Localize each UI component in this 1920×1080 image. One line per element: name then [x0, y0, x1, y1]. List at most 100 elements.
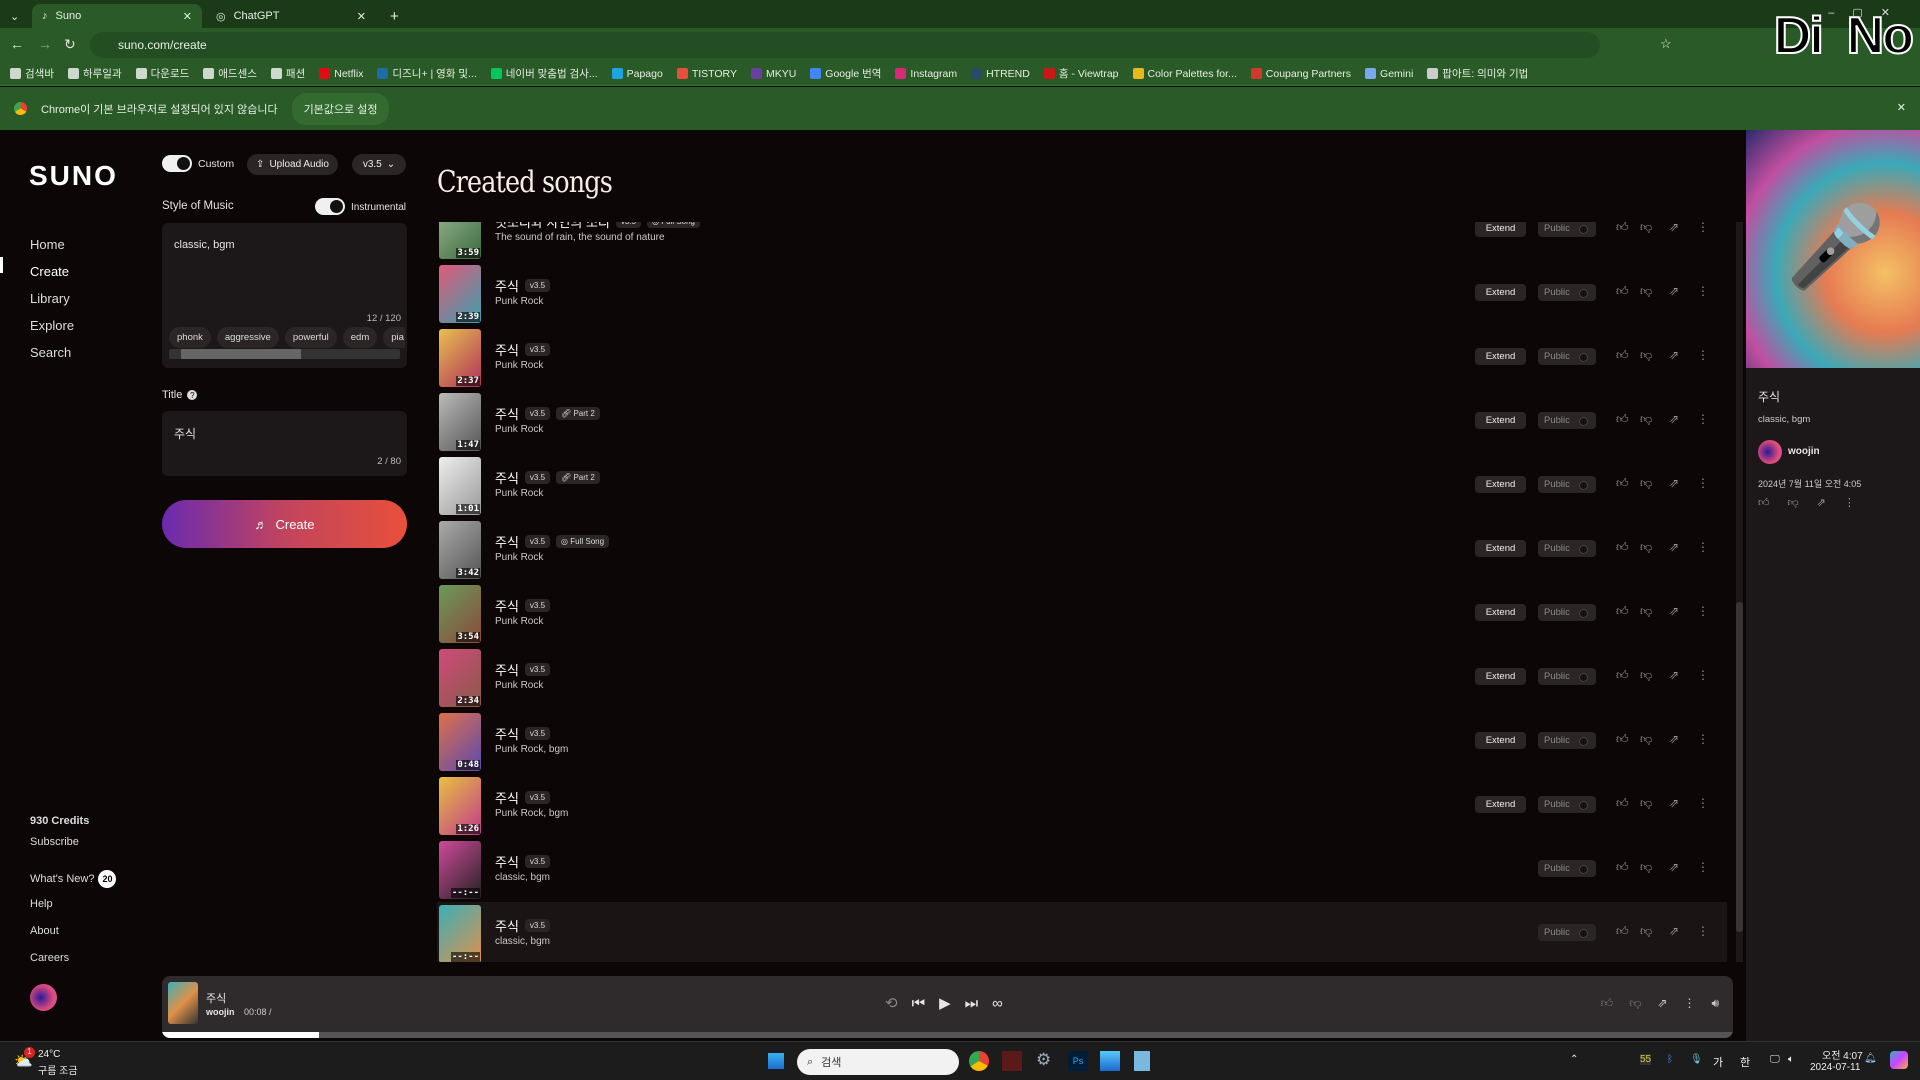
song-title[interactable]: 주식	[495, 276, 519, 295]
more-icon[interactable]: ⋮	[1697, 668, 1709, 682]
song-thumbnail[interactable]: 2:39	[439, 265, 481, 323]
like-icon[interactable]: 👍︎	[1616, 924, 1629, 939]
dislike-icon[interactable]: 👎︎	[1640, 860, 1652, 875]
forward-icon[interactable]: →	[38, 36, 52, 52]
dislike-icon[interactable]: 👎︎	[1640, 476, 1652, 491]
clock-date[interactable]: 2024-07-11	[1810, 1062, 1860, 1073]
extend-button[interactable]: Extend	[1475, 284, 1526, 301]
ime-indicator[interactable]: 가	[1713, 1054, 1723, 1070]
song-tag-badge[interactable]: 🔗︎ Part 2	[556, 471, 600, 484]
close-tab-icon[interactable]: ✕	[357, 10, 366, 23]
notification-bell-icon[interactable]: 🔔︎	[1864, 1053, 1877, 1064]
extend-button[interactable]: Extend	[1475, 222, 1526, 237]
song-thumbnail[interactable]: 3:59	[439, 222, 481, 259]
bookmark-item[interactable]: 디즈니+ | 영화 및...	[377, 66, 477, 81]
song-title[interactable]: 주식	[495, 916, 519, 935]
dislike-icon[interactable]: 👎︎	[1640, 540, 1652, 555]
dislike-icon[interactable]: 👎︎	[1640, 284, 1652, 299]
song-row[interactable]: 1:01 주식 v3.5 🔗︎ Part 2 Punk Rock Extend Public…	[437, 454, 1727, 518]
song-title[interactable]: 주식	[495, 788, 519, 807]
create-button[interactable]: ♬ Create	[162, 500, 407, 548]
sidebar-item-library[interactable]: Library	[30, 291, 70, 306]
song-thumbnail[interactable]: 2:34	[439, 649, 481, 707]
more-icon[interactable]: ⋮	[1844, 496, 1855, 509]
song-title[interactable]: 주식	[495, 340, 519, 359]
progress-track[interactable]	[162, 1032, 1733, 1038]
like-icon[interactable]: 👍︎	[1616, 222, 1629, 235]
more-icon[interactable]: ⋮	[1697, 348, 1709, 362]
bookmark-item[interactable]: 검색바	[10, 66, 54, 81]
song-title[interactable]: 주식	[495, 852, 519, 871]
more-icon[interactable]: ⋮	[1697, 860, 1709, 874]
song-thumbnail[interactable]: 2:37	[439, 329, 481, 387]
dislike-icon[interactable]: 👎︎	[1640, 222, 1652, 235]
public-toggle[interactable]: Public	[1538, 222, 1596, 237]
upload-audio-button[interactable]: ⇪ Upload Audio	[247, 154, 338, 175]
share-icon[interactable]: ⇗	[1669, 924, 1679, 938]
suno-logo[interactable]: SUNO	[29, 160, 118, 192]
extend-button[interactable]: Extend	[1475, 476, 1526, 493]
clock-time[interactable]: 오전 4:07	[1822, 1047, 1863, 1062]
close-infobar-icon[interactable]: ✕	[1897, 101, 1906, 114]
whats-new-link[interactable]: What's New? 20	[30, 870, 117, 888]
share-icon[interactable]: ⇗	[1669, 604, 1679, 618]
about-link[interactable]: About	[30, 925, 59, 937]
like-icon[interactable]: 👍︎	[1616, 412, 1629, 427]
public-toggle[interactable]: Public	[1538, 412, 1596, 429]
share-icon[interactable]: ⇗	[1657, 996, 1667, 1011]
public-toggle[interactable]: Public	[1538, 540, 1596, 557]
song-row[interactable]: 2:34 주식 v3.5 Punk Rock Extend Public 👍︎ 👎︎ ⇗ ⋮	[437, 646, 1727, 710]
song-title[interactable]: 주식	[495, 404, 519, 423]
song-list-scrollbar[interactable]	[1736, 222, 1743, 962]
bookmark-item[interactable]: Google 번역	[810, 66, 881, 81]
help-link[interactable]: Help	[30, 898, 53, 910]
song-title[interactable]: 주식	[495, 468, 519, 487]
like-icon[interactable]: 👍︎	[1601, 996, 1614, 1011]
song-thumbnail[interactable]: --:--	[439, 841, 481, 899]
bookmark-item[interactable]: Netflix	[319, 68, 363, 80]
more-icon[interactable]: ⋮	[1697, 924, 1709, 938]
song-title[interactable]: 빗소리와 자연의 소리	[495, 222, 610, 231]
windows-start-icon[interactable]	[768, 1053, 784, 1069]
taskbar-search[interactable]: ⌕ 검색	[797, 1049, 959, 1075]
share-icon[interactable]: ⇗	[1669, 412, 1679, 426]
song-tag-badge[interactable]: ◎ Full Song	[647, 222, 700, 228]
more-icon[interactable]: ⋮	[1697, 796, 1709, 810]
public-toggle[interactable]: Public	[1538, 796, 1596, 813]
song-row[interactable]: 3:42 주식 v3.5 ◎ Full Song Punk Rock Extend Publ…	[437, 518, 1727, 582]
share-icon[interactable]: ⇗	[1669, 348, 1679, 362]
bookmark-star-icon[interactable]: ☆	[1660, 36, 1672, 52]
dislike-icon[interactable]: 👎︎	[1640, 924, 1652, 939]
user-avatar[interactable]	[30, 984, 57, 1011]
like-icon[interactable]: 👍︎	[1616, 668, 1629, 683]
extend-button[interactable]: Extend	[1475, 348, 1526, 365]
help-icon[interactable]: ?	[187, 390, 198, 400]
bookmark-item[interactable]: MKYU	[750, 68, 796, 80]
song-row[interactable]: 2:37 주식 v3.5 Punk Rock Extend Public 👍︎ 👎︎ ⇗ ⋮	[437, 326, 1727, 390]
public-toggle[interactable]: Public	[1538, 732, 1596, 749]
creator-name[interactable]: woojin	[1788, 446, 1820, 457]
player-user[interactable]: woojin	[206, 1007, 235, 1017]
set-default-button[interactable]: 기본값으로 설정	[291, 92, 390, 125]
bookmark-item[interactable]: 팝아트: 의미와 기법	[1427, 66, 1528, 81]
public-toggle[interactable]: Public	[1538, 348, 1596, 365]
tray-app-icon[interactable]: 55	[1640, 1054, 1652, 1065]
song-row[interactable]: 2:39 주식 v3.5 Punk Rock Extend Public 👍︎ 👎︎ ⇗ ⋮	[437, 262, 1727, 326]
more-icon[interactable]: ⋮	[1697, 540, 1709, 554]
back-icon[interactable]: ←	[10, 36, 24, 52]
bookmark-item[interactable]: Papago	[611, 68, 663, 80]
dislike-icon[interactable]: 👎︎	[1629, 996, 1641, 1011]
public-toggle[interactable]: Public	[1538, 924, 1596, 941]
extend-button[interactable]: Extend	[1475, 540, 1526, 557]
more-icon[interactable]: ⋮	[1697, 222, 1709, 234]
like-icon[interactable]: 👍︎	[1616, 860, 1629, 875]
dislike-icon[interactable]: 👎︎	[1640, 668, 1652, 683]
bookmark-item[interactable]: Instagram	[895, 68, 957, 80]
song-row[interactable]: --:-- 주식 v3.5 classic, bgm Public 👍︎ 👎︎ ⇗ ⋮	[437, 838, 1727, 902]
public-toggle[interactable]: Public	[1538, 284, 1596, 301]
song-tag-badge[interactable]: ◎ Full Song	[556, 535, 610, 548]
song-title[interactable]: 주식	[495, 660, 519, 679]
like-icon[interactable]: 👍︎	[1616, 604, 1629, 619]
loop-icon[interactable]: ∞	[992, 995, 1003, 1012]
style-chip[interactable]: phonk	[169, 327, 211, 348]
